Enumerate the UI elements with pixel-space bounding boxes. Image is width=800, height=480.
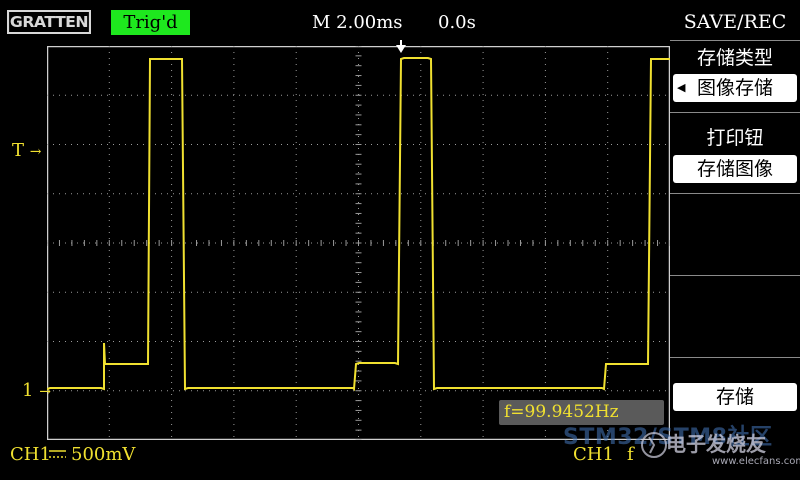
ch1-label: CH1 (10, 444, 51, 465)
save-action-label: 存储 (673, 383, 797, 411)
timebase-readout: M 2.00ms (312, 12, 403, 33)
dc-coupling-icon (49, 450, 66, 458)
ch1-ground-label: 1 (22, 380, 34, 401)
trigger-level-marker[interactable]: T → (12, 141, 41, 162)
trigger-status-badge: Trig'd (111, 10, 190, 35)
triangle-left-icon: ◀ (677, 81, 686, 94)
ch1-volts-per-div: 500mV (71, 444, 136, 465)
arrow-right-icon: → (39, 384, 51, 400)
watermark-url-text: www.elecfans.com (712, 456, 800, 467)
menu-button-empty-1[interactable] (670, 194, 800, 274)
menu-title: SAVE/REC (683, 11, 787, 33)
menu-divider (670, 112, 800, 113)
watermark-brand-text: 电子发烧友 (666, 432, 766, 456)
graticule-grid (47, 46, 670, 440)
trigger-level-label: T (12, 140, 25, 161)
ch1-ground-marker[interactable]: 1 → (22, 381, 51, 402)
print-key-value: 存储图像 (673, 155, 797, 183)
arrow-right-icon: → (29, 144, 42, 160)
trigger-position-icon (396, 40, 406, 53)
elecfans-logo-icon (641, 432, 667, 458)
save-type-label: 存储类型 (696, 47, 773, 69)
menu-button-empty-2[interactable] (670, 276, 800, 356)
side-menu: SAVE/REC 存储类型 ◀ 图像存储 打印钮 存储图像 存储 (670, 0, 800, 480)
print-key-label: 打印钮 (706, 127, 764, 149)
waveform-display (47, 46, 670, 440)
print-key-button[interactable]: 打印钮 存储图像 (670, 117, 800, 197)
save-type-value: ◀ 图像存储 (673, 74, 797, 102)
brand-logo: GRATTEN (7, 10, 91, 34)
time-position-readout: 0.0s (438, 12, 476, 33)
save-type-button[interactable]: 存储类型 ◀ 图像存储 (670, 41, 800, 121)
